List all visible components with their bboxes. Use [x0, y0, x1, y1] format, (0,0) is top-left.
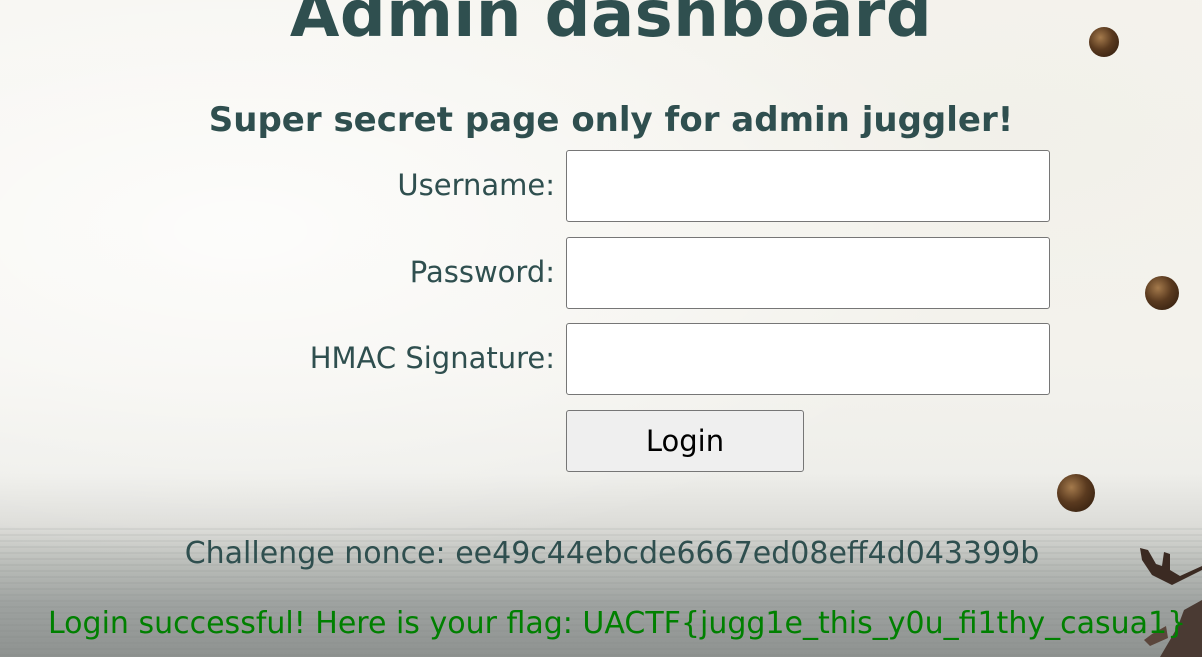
page-subtitle: Super secret page only for admin juggler… — [208, 100, 1014, 140]
login-button[interactable]: Login — [566, 410, 804, 472]
hmac-signature-label: HMAC Signature: — [309, 341, 555, 375]
login-success-message: Login successful! Here is your flag: UAC… — [48, 606, 1187, 641]
password-label: Password: — [409, 255, 555, 289]
password-field[interactable] — [566, 237, 1050, 309]
username-label: Username: — [397, 168, 555, 202]
challenge-nonce: Challenge nonce: ee49c44ebcde6667ed08eff… — [184, 536, 1040, 571]
page-title: Admin dashboard — [289, 0, 933, 52]
username-field[interactable] — [566, 150, 1050, 222]
juggling-ball — [1057, 474, 1095, 512]
hmac-signature-field[interactable] — [566, 323, 1050, 395]
juggling-ball — [1145, 276, 1179, 310]
